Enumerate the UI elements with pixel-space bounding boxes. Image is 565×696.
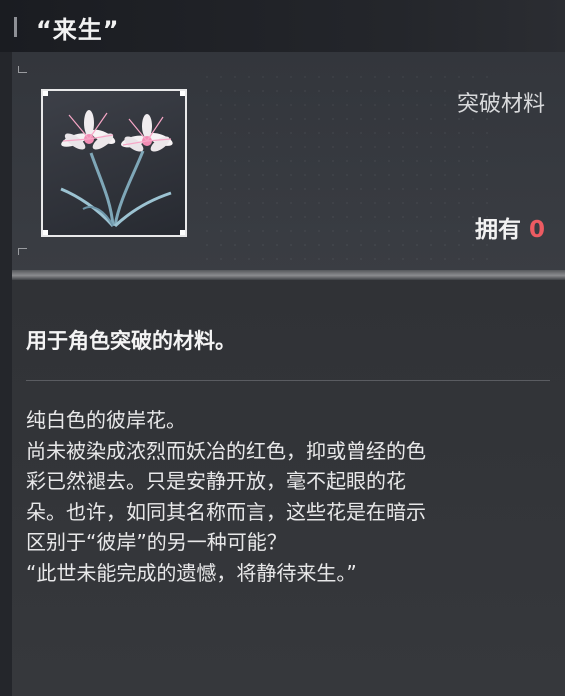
lore-line: 彩已然褪去。只是安静开放，毫不起眼的花 <box>26 469 406 493</box>
header-corner-mark-top <box>18 66 27 73</box>
owned-label: 拥有 <box>474 217 521 243</box>
lore-line: 区别于“彼岸”的另一种可能？ <box>26 530 287 554</box>
owned-value: 0 <box>528 217 545 243</box>
lore-line: “此世未能完成的遗憾，将静待来生。” <box>26 560 357 585</box>
section-divider <box>26 380 550 381</box>
item-image-frame[interactable] <box>41 89 187 237</box>
item-detail-panel: “来生” 突破材料 拥有 0 用于角色突破的材料。 纯白色的彼岸花。 尚未被染成… <box>0 0 565 696</box>
panel-left-edge <box>0 52 12 696</box>
white-spider-lily-icon <box>60 110 173 228</box>
frame-corner <box>180 230 185 235</box>
item-title: “来生” <box>36 16 120 44</box>
item-category: 突破材料 <box>456 92 545 117</box>
item-summary: 用于角色突破的材料。 <box>26 329 236 353</box>
header-pattern <box>200 70 500 260</box>
lore-line: 尚未被染成浓烈而妖冶的红色，抑或曾经的色 <box>26 438 426 463</box>
lore-line: 朵。也许，如同其名称而言，这些花是在暗示 <box>26 499 426 524</box>
frame-corner <box>180 91 185 96</box>
frame-corner <box>43 230 48 235</box>
owned-count: 拥有 0 <box>475 210 545 244</box>
item-lore: 纯白色的彼岸花。 尚未被染成浓烈而妖冶的红色，抑或曾经的色 彩已然褪去。只是安静… <box>26 405 556 588</box>
title-accent-bar <box>14 17 17 37</box>
frame-corner <box>43 91 48 96</box>
title-bar: “来生” <box>0 0 565 52</box>
lore-line: 纯白色的彼岸花。 <box>26 408 186 432</box>
header-divider-band <box>12 270 565 280</box>
header-corner-mark-bottom <box>18 248 27 255</box>
